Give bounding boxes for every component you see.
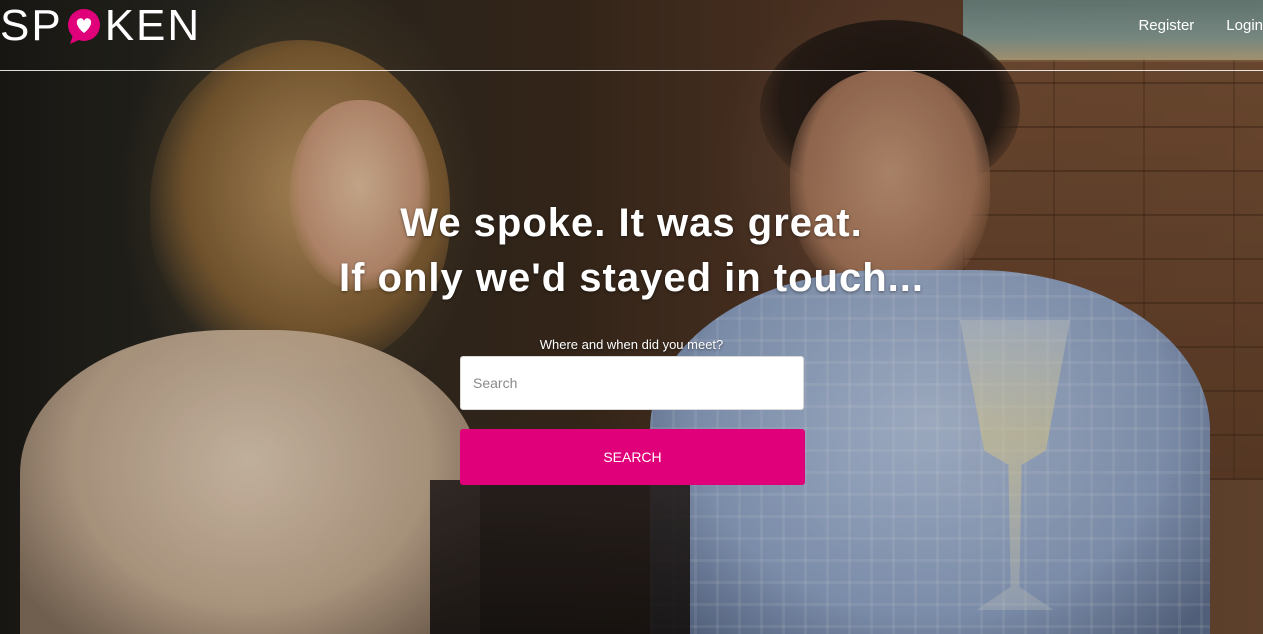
landing-page: SP KEN Register Login We spoke. It was g… bbox=[0, 0, 1263, 634]
hero-title: We spoke. It was great. If only we'd sta… bbox=[0, 196, 1263, 306]
speech-heart-icon bbox=[64, 6, 104, 46]
search-input[interactable] bbox=[460, 356, 804, 410]
search-button[interactable]: SEARCH bbox=[460, 429, 805, 485]
register-link[interactable]: Register bbox=[1138, 17, 1194, 34]
hero-title-line-1: We spoke. It was great. bbox=[400, 201, 863, 245]
site-header: SP KEN Register Login bbox=[0, 0, 1263, 71]
logo-text-right: KEN bbox=[104, 1, 202, 50]
login-link[interactable]: Login bbox=[1226, 17, 1263, 34]
logo-text-left: SP bbox=[0, 1, 63, 50]
site-logo[interactable]: SP KEN bbox=[0, 2, 201, 50]
hero-overlay bbox=[0, 0, 1263, 634]
top-nav: Register Login bbox=[1138, 17, 1263, 34]
hero-title-line-2: If only we'd stayed in touch... bbox=[338, 256, 925, 300]
search-label: Where and when did you meet? bbox=[539, 337, 724, 352]
